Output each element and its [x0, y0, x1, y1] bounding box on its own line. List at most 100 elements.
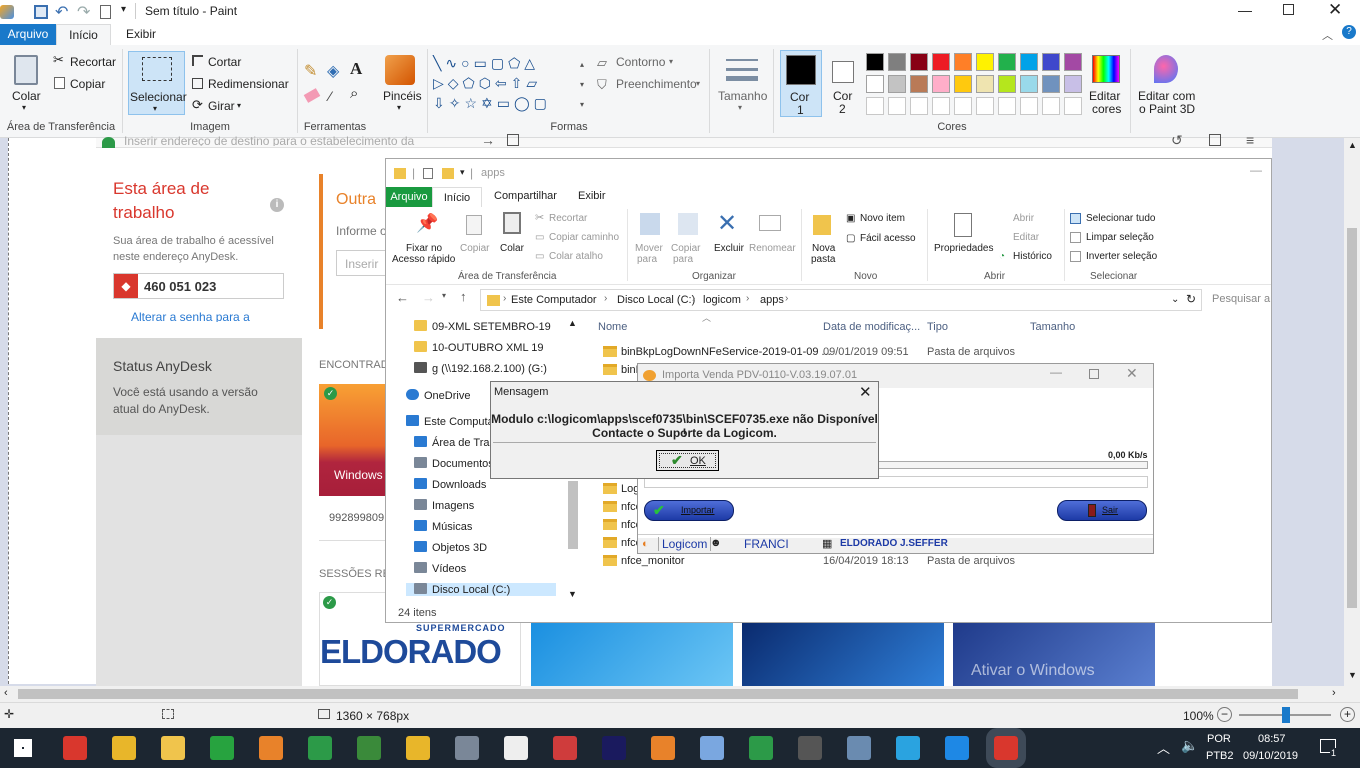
copy-to-label-1[interactable]: Copiar: [671, 243, 700, 254]
text-icon[interactable]: A: [350, 59, 362, 79]
cut-button[interactable]: Recortar: [70, 55, 116, 69]
hscroll-thumb[interactable]: [18, 689, 1298, 699]
zoom-in-button[interactable]: +: [1340, 707, 1355, 722]
info-icon[interactable]: i: [270, 198, 284, 212]
color-swatch[interactable]: [910, 53, 928, 71]
ok-button[interactable]: ✔ OK: [656, 450, 719, 471]
vertical-scrollbar[interactable]: ▲ ▼: [1344, 138, 1360, 686]
outline-button[interactable]: Contorno: [616, 55, 665, 69]
color-picker-icon[interactable]: ⁄: [329, 88, 331, 104]
new-folder-label-1[interactable]: Nova: [812, 243, 835, 254]
taskbar-network-tool-icon[interactable]: [308, 736, 332, 760]
move-to-label-1[interactable]: Mover: [635, 243, 663, 254]
refresh-icon[interactable]: ↻: [1186, 292, 1196, 306]
taskbar-postgres-icon[interactable]: [847, 736, 871, 760]
file-transfer-icon[interactable]: [507, 134, 519, 146]
explorer-copy-path-button[interactable]: Copiar caminho: [549, 232, 619, 243]
taskbar-telegram-icon[interactable]: [896, 736, 920, 760]
delete-button[interactable]: Excluir: [714, 243, 744, 254]
scroll-up-icon[interactable]: ▲: [1348, 140, 1357, 150]
clock-time[interactable]: 08:57: [1258, 733, 1286, 745]
column-type[interactable]: Tipo: [927, 321, 948, 333]
back-icon[interactable]: ←: [396, 290, 409, 305]
taskbar-ie-tool-icon[interactable]: [553, 736, 577, 760]
up-icon[interactable]: ↑: [460, 289, 467, 304]
explorer-tab-home[interactable]: Início: [432, 187, 482, 208]
color-swatch[interactable]: [1042, 75, 1060, 93]
breadcrumb-local-disk[interactable]: Disco Local (C:): [617, 294, 695, 306]
color-swatch[interactable]: [1064, 53, 1082, 71]
custom-color-swatch[interactable]: [954, 97, 972, 115]
properties-qat-icon[interactable]: [423, 168, 433, 179]
custom-color-swatch[interactable]: [998, 97, 1016, 115]
pin-label-1[interactable]: Fixar no: [406, 243, 442, 254]
color-swatch[interactable]: [1042, 53, 1060, 71]
menu-icon[interactable]: ≡: [1246, 132, 1254, 148]
taskbar-vscode-icon[interactable]: [945, 736, 969, 760]
explorer-paste-shortcut-button[interactable]: Colar atalho: [549, 251, 603, 262]
explorer-tab-view[interactable]: Exibir: [578, 190, 606, 202]
close-button[interactable]: ✕: [1328, 0, 1342, 20]
taskbar-camtasia-icon[interactable]: [210, 736, 234, 760]
search-box[interactable]: Pesquisar a: [1212, 293, 1270, 305]
anydesk-address-input[interactable]: Inserir endereço de destino para o estab…: [124, 134, 446, 146]
connect-arrow-icon[interactable]: →: [481, 132, 495, 148]
session-thumb-2[interactable]: [531, 622, 733, 686]
input-lang[interactable]: POR: [1207, 733, 1231, 745]
color-swatch[interactable]: [1020, 75, 1038, 93]
invert-selection-button[interactable]: Inverter seleção: [1086, 251, 1157, 262]
taskbar-dolphin-icon[interactable]: [504, 736, 528, 760]
taskbar-photoshop-icon[interactable]: [602, 736, 626, 760]
import-button[interactable]: ✔ Importar: [644, 500, 734, 521]
history-icon[interactable]: ↺: [1171, 132, 1183, 149]
move-to-label-2[interactable]: para: [637, 254, 657, 265]
exit-button[interactable]: Sair: [1057, 500, 1147, 521]
rotate-button[interactable]: Girar: [208, 99, 235, 113]
custom-color-swatch[interactable]: [1020, 97, 1038, 115]
history-button[interactable]: Histórico: [1013, 251, 1052, 262]
customize-qat-icon[interactable]: ▾: [121, 4, 126, 15]
select-all-button[interactable]: Selecionar tudo: [1086, 213, 1156, 224]
taskbar-notepadpp-icon[interactable]: [357, 736, 381, 760]
redo-icon[interactable]: ↷: [77, 2, 90, 22]
color-swatch[interactable]: [888, 53, 906, 71]
file-row[interactable]: binBkpLogDownNFeService-2019-01-09 ... 09…: [603, 343, 1163, 361]
custom-color-swatch[interactable]: [1042, 97, 1060, 115]
minimize-button[interactable]: —: [1238, 2, 1252, 18]
edit-button[interactable]: Editar: [1013, 232, 1039, 243]
copy-button[interactable]: Copiar: [70, 77, 105, 91]
download-icon[interactable]: [1209, 134, 1221, 146]
show-hidden-icons[interactable]: ︿: [1157, 738, 1170, 757]
taskbar-ninja-icon[interactable]: [798, 736, 822, 760]
explorer-cut-button[interactable]: Recortar: [549, 213, 587, 224]
magnifier-icon[interactable]: ⌕: [350, 85, 358, 102]
tab-file[interactable]: Arquivo: [0, 24, 56, 45]
custom-color-swatch[interactable]: [932, 97, 950, 115]
crop-button[interactable]: Cortar: [208, 55, 241, 69]
open-button[interactable]: Abrir: [1013, 213, 1034, 224]
undo-icon[interactable]: ↶: [55, 2, 68, 22]
forward-icon[interactable]: →: [422, 290, 435, 305]
custom-color-swatch[interactable]: [976, 97, 994, 115]
custom-color-swatch[interactable]: [910, 97, 928, 115]
nav-collapse-icon[interactable]: ▲: [568, 318, 577, 328]
taskbar-screen-recorder-icon[interactable]: [986, 728, 1026, 768]
start-button[interactable]: [14, 739, 32, 757]
clock-date[interactable]: 09/10/2019: [1243, 750, 1298, 762]
color2-button[interactable]: Cor 2: [824, 50, 862, 117]
keyboard-layout[interactable]: PTB2: [1206, 750, 1234, 762]
color1-button[interactable]: Cor 1: [780, 50, 822, 117]
custom-color-swatch[interactable]: [888, 97, 906, 115]
import-maximize-button[interactable]: [1089, 369, 1099, 379]
edit-colors-button[interactable]: Editar cores: [1086, 51, 1126, 117]
scroll-thumb[interactable]: [1347, 228, 1357, 608]
color-swatch[interactable]: [998, 53, 1016, 71]
select-button[interactable]: Selecionar ▾: [128, 51, 187, 115]
tab-view[interactable]: Exibir: [116, 24, 166, 45]
new-item-button[interactable]: Novo item: [860, 213, 905, 224]
taskbar-keyboard-tool-icon[interactable]: [406, 736, 430, 760]
horizontal-scrollbar[interactable]: ‹ ›: [0, 686, 1360, 702]
color-swatch[interactable]: [1064, 75, 1082, 93]
scroll-left-icon[interactable]: ‹: [4, 687, 8, 699]
breadcrumb-this-pc[interactable]: Este Computador: [511, 294, 597, 306]
